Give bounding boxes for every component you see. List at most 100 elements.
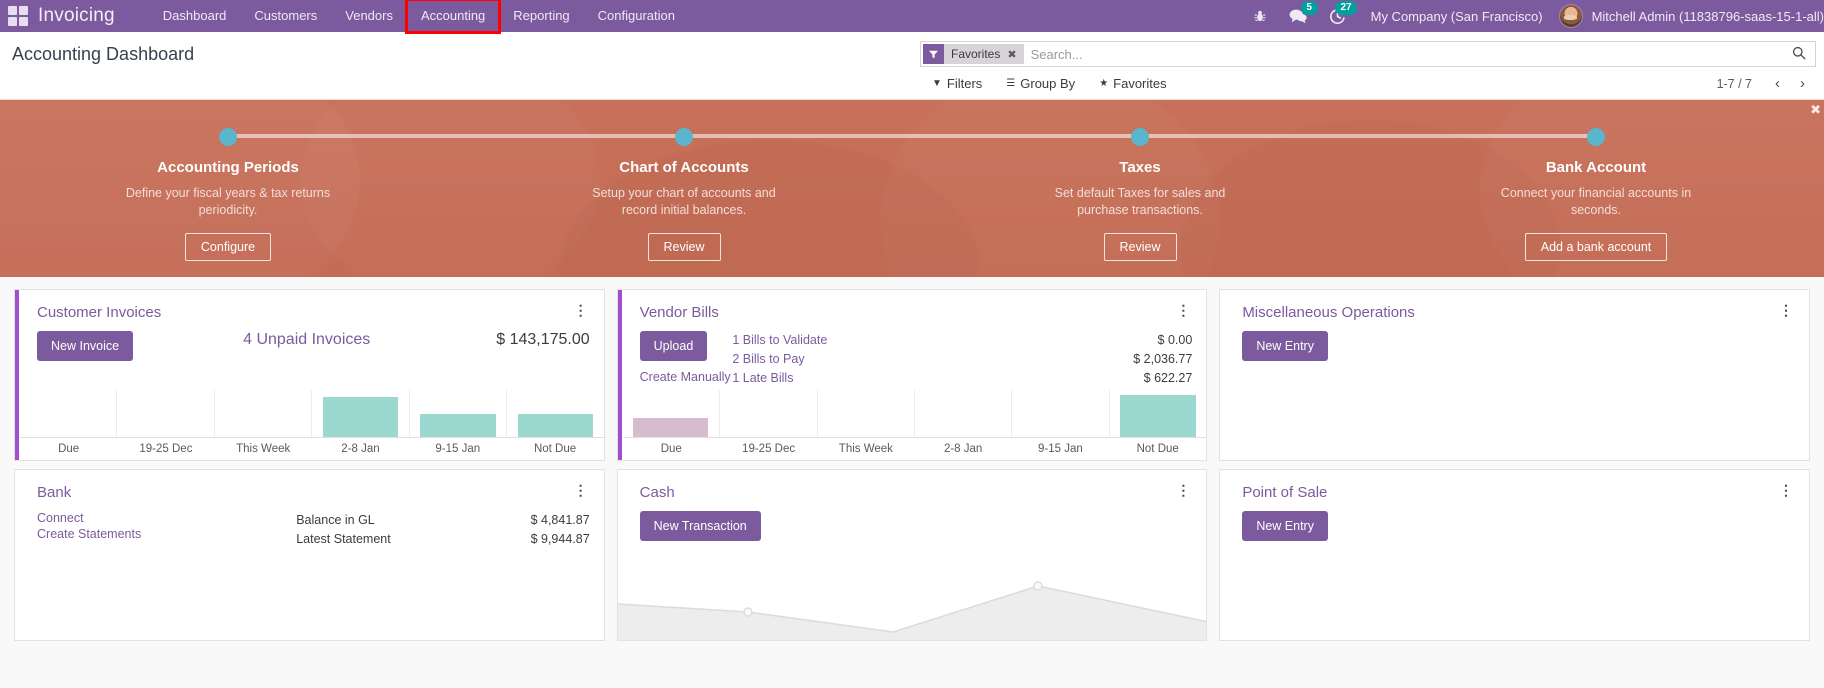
create-manually-link[interactable]: Create Manually [640, 370, 731, 384]
card-title-customer-invoices[interactable]: Customer Invoices [37, 304, 161, 321]
step-title: Chart of Accounts [619, 159, 748, 176]
new-entry-button-misc[interactable]: New Entry [1242, 331, 1328, 361]
filters-label: Filters [947, 76, 982, 91]
filter-caret-icon: ▼ [932, 78, 942, 89]
vendor-bills-bar-chart: Due 19-25 Dec This Week 2-8 Jan 9-15 Jan… [623, 390, 1207, 460]
step-connector [228, 134, 456, 138]
unpaid-invoices-link[interactable]: 4 Unpaid Invoices [243, 331, 496, 361]
bills-to-validate-amount: $ 0.00 [1158, 331, 1193, 350]
kebab-menu-icon[interactable]: ⋮ [1174, 304, 1192, 316]
company-switcher[interactable]: My Company (San Francisco) [1371, 9, 1543, 24]
connect-link[interactable]: Connect [37, 511, 141, 525]
avatar[interactable] [1559, 4, 1583, 28]
chevron-right-icon[interactable]: › [1791, 74, 1814, 93]
card-title-bank[interactable]: Bank [37, 484, 71, 501]
chart-bar [518, 414, 593, 438]
customer-invoices-bar-chart: Due 19-25 Dec This Week 2-8 Jan 9-15 Jan… [20, 390, 604, 460]
bills-to-validate-link[interactable]: 1 Bills to Validate [732, 331, 1157, 350]
step-dot[interactable] [675, 128, 693, 146]
configure-button[interactable]: Configure [185, 233, 271, 261]
step-dot[interactable] [1131, 128, 1149, 146]
card-title-vendor-bills[interactable]: Vendor Bills [640, 304, 719, 321]
card-cash[interactable]: Cash ⋮ New Transaction [617, 469, 1208, 641]
step-dot[interactable] [219, 128, 237, 146]
create-statements-link[interactable]: Create Statements [37, 527, 141, 541]
card-bank[interactable]: Bank ⋮ Connect Create Statements Balance… [14, 469, 605, 641]
chart-label: 9-15 Jan [1012, 438, 1109, 455]
card-body: New Invoice 4 Unpaid Invoices $ 143,175.… [15, 321, 604, 361]
app-brand-invoicing[interactable]: Invoicing [38, 5, 115, 27]
kebab-menu-icon[interactable]: ⋮ [572, 484, 590, 496]
card-title-point-of-sale[interactable]: Point of Sale [1242, 484, 1327, 501]
cash-area-chart [618, 578, 1208, 640]
latest-statement-value: $ 9,944.87 [476, 530, 589, 549]
chart-col-9-15-jan [1011, 390, 1108, 437]
step-dot[interactable] [1587, 128, 1605, 146]
search-facet-label: Favorites [944, 44, 1005, 64]
card-body: New Entry [1220, 321, 1809, 361]
chart-col-2-8-jan [914, 390, 1011, 437]
card-vendor-bills[interactable]: Vendor Bills ⋮ Upload Create Manually 1 … [617, 289, 1208, 461]
chart-label: 2-8 Jan [312, 438, 409, 455]
search-bar[interactable]: Favorites ✖ [920, 41, 1816, 67]
user-menu[interactable]: Mitchell Admin (11838796-saas-15-1-all) [1592, 9, 1824, 24]
bills-to-pay-link[interactable]: 2 Bills to Pay [732, 350, 1133, 369]
add-bank-account-button[interactable]: Add a bank account [1525, 233, 1668, 261]
group-by-label: Group By [1020, 76, 1075, 91]
card-title-misc-operations[interactable]: Miscellaneous Operations [1242, 304, 1415, 321]
chevron-left-icon[interactable]: ‹ [1766, 74, 1789, 93]
upload-button[interactable]: Upload [640, 331, 708, 361]
menu-dashboard[interactable]: Dashboard [149, 0, 241, 32]
kebab-menu-icon[interactable]: ⋮ [1777, 304, 1795, 316]
searchview-wrap: Favorites ✖ [920, 32, 1824, 67]
menu-customers[interactable]: Customers [240, 0, 331, 32]
search-icon[interactable] [1783, 46, 1815, 63]
remove-facet-icon[interactable]: ✖ [1005, 44, 1023, 64]
chart-col-this-week [817, 390, 914, 437]
chart-bar [323, 397, 398, 437]
chart-label: 9-15 Jan [409, 438, 506, 455]
chart-bar [633, 418, 708, 437]
navbar-right-group: 5 27 My Company (San Francisco) Mitchell… [1242, 0, 1824, 32]
card-customer-invoices[interactable]: Customer Invoices ⋮ New Invoice 4 Unpaid… [14, 289, 605, 461]
group-by-bars-icon: ☰ [1006, 78, 1015, 89]
group-by-dropdown[interactable]: ☰ Group By [994, 72, 1087, 95]
card-misc-operations[interactable]: Miscellaneous Operations ⋮ New Entry [1219, 289, 1810, 461]
new-invoice-button[interactable]: New Invoice [37, 331, 133, 361]
apps-grid-icon[interactable] [8, 6, 28, 26]
control-panel: Accounting Dashboard Favorites ✖ ▼ Filte… [0, 32, 1824, 100]
new-transaction-button[interactable]: New Transaction [640, 511, 761, 541]
step-connector [1368, 134, 1596, 138]
bank-stats: Balance in GL Latest Statement $ 4,841.8… [296, 511, 589, 549]
bank-stat-labels: Balance in GL Latest Statement [296, 511, 476, 549]
card-point-of-sale[interactable]: Point of Sale ⋮ New Entry [1219, 469, 1810, 641]
close-icon[interactable]: ✖ [1810, 102, 1821, 118]
new-entry-button-pos[interactable]: New Entry [1242, 511, 1328, 541]
search-facet-favorites[interactable]: Favorites ✖ [923, 44, 1024, 64]
step-title: Taxes [1119, 159, 1160, 176]
late-bills-link[interactable]: 1 Late Bills [732, 369, 1143, 388]
menu-configuration[interactable]: Configuration [584, 0, 689, 32]
bug-icon[interactable] [1253, 9, 1267, 23]
filters-dropdown[interactable]: ▼ Filters [920, 72, 994, 95]
kebab-menu-icon[interactable]: ⋮ [1174, 484, 1192, 496]
review-chart-of-accounts-button[interactable]: Review [648, 233, 721, 261]
card-title-cash[interactable]: Cash [640, 484, 675, 501]
search-input[interactable] [1024, 47, 1783, 62]
messages-count-badge: 5 [1301, 1, 1318, 15]
chart-col-this-week [214, 390, 311, 437]
card-col-cash: Cash ⋮ New Transaction [611, 465, 1214, 645]
favorites-dropdown[interactable]: ★ Favorites [1087, 72, 1178, 95]
card-col-point-of-sale: Point of Sale ⋮ New Entry [1213, 465, 1816, 645]
messages-icon[interactable]: 5 [1289, 8, 1307, 24]
menu-reporting[interactable]: Reporting [499, 0, 583, 32]
menu-accounting[interactable]: Accounting [407, 0, 499, 32]
activities-clock-icon[interactable]: 27 [1329, 8, 1346, 25]
card-header: Vendor Bills ⋮ [618, 290, 1207, 321]
kebab-menu-icon[interactable]: ⋮ [1777, 484, 1795, 496]
card-header: Bank ⋮ [15, 470, 604, 501]
kebab-menu-icon[interactable]: ⋮ [572, 304, 590, 316]
review-taxes-button[interactable]: Review [1104, 233, 1177, 261]
onboarding-step-chart-of-accounts: Chart of Accounts Setup your chart of ac… [456, 128, 912, 277]
menu-vendors[interactable]: Vendors [331, 0, 407, 32]
